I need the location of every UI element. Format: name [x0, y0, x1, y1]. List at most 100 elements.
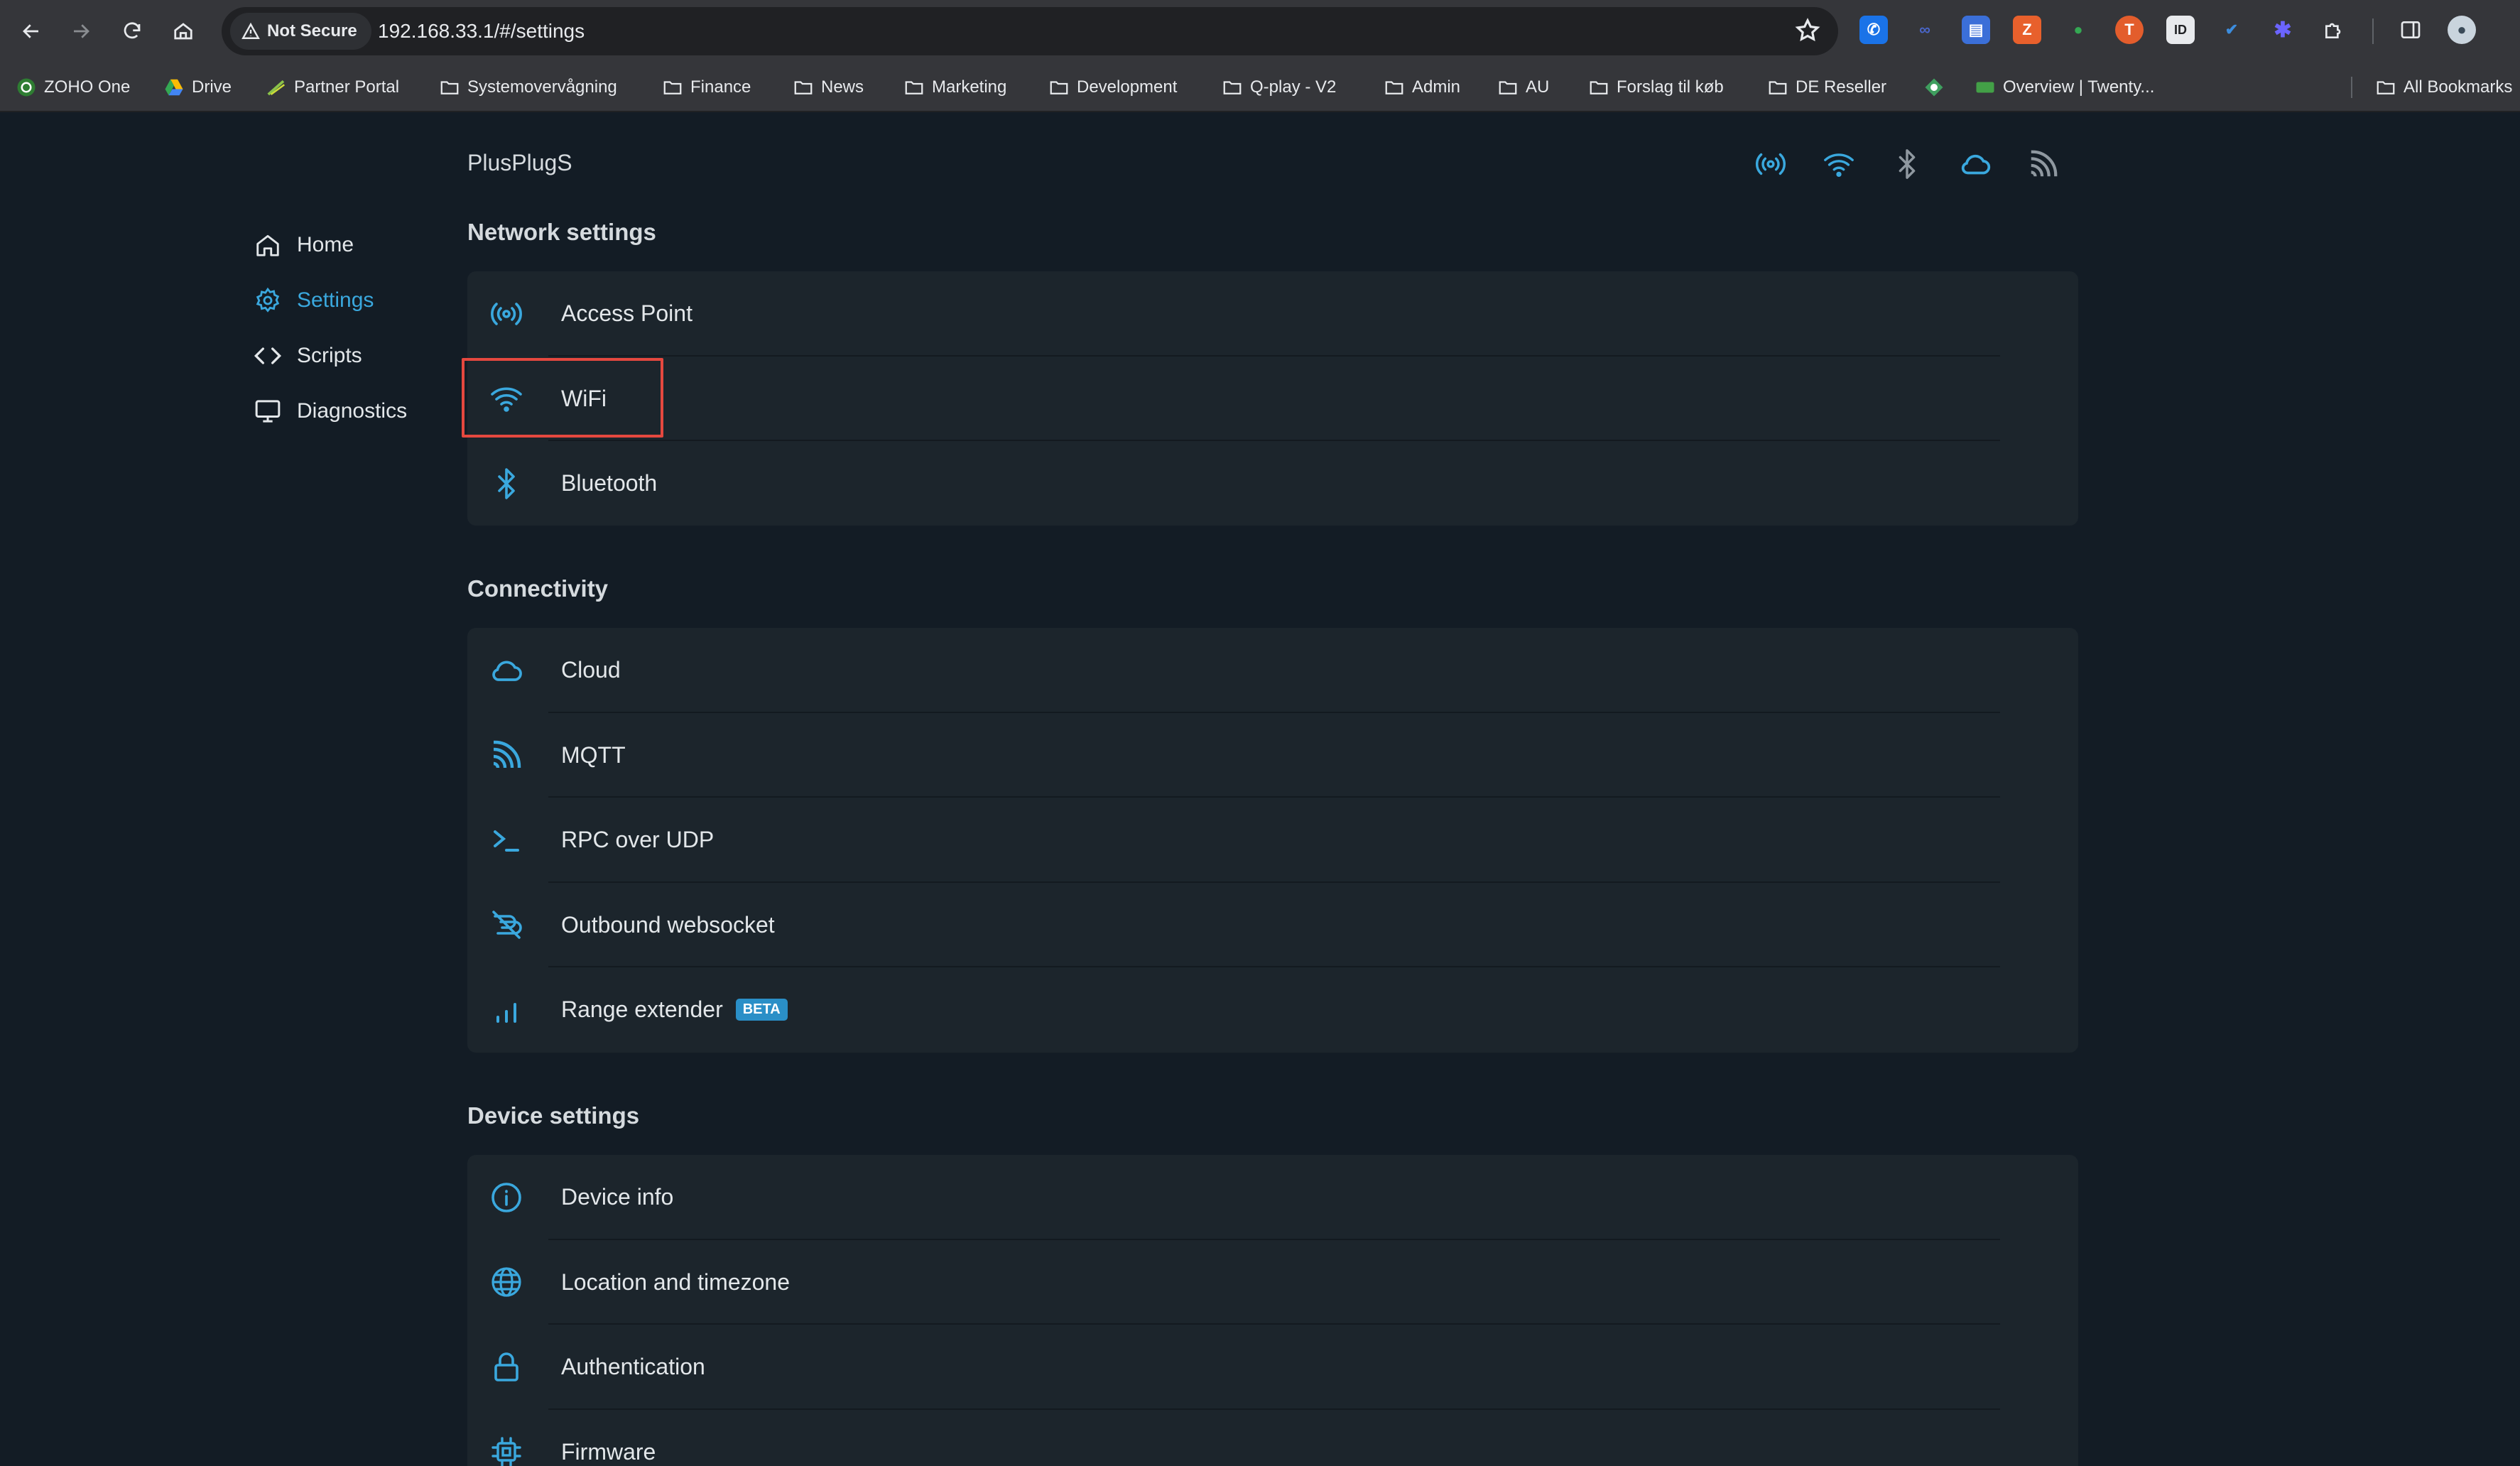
bookmark-item[interactable]: ZOHO One — [16, 75, 130, 99]
nav-diagnostics[interactable]: Diagnostics — [253, 384, 466, 439]
bookmarks-bar: ZOHO One Drive Partner Portal Systemovervåg… — [0, 63, 2520, 112]
profile-avatar-icon[interactable]: ● — [2448, 16, 2476, 44]
bookmark-label: Forslag til køb — [1617, 77, 1724, 97]
android-extension-icon[interactable]: ● — [2064, 16, 2092, 44]
folder-icon — [662, 77, 683, 98]
setting-label: Firmware — [561, 1438, 656, 1465]
bookmark-item[interactable]: Development — [1048, 75, 1177, 99]
setting-label: Access Point — [561, 300, 693, 327]
setting-rpc-over-udp[interactable]: RPC over UDP — [467, 798, 2078, 883]
folder-icon — [1497, 77, 1519, 98]
folder-icon — [903, 77, 925, 98]
bookmark-item[interactable]: Drive — [163, 75, 232, 99]
websocket-icon — [487, 906, 526, 944]
url-text[interactable]: 192.168.33.1/#/settings — [378, 7, 585, 55]
bookmark-label: ZOHO One — [44, 77, 131, 97]
lock-icon — [487, 1348, 526, 1386]
bookmark-item[interactable]: DE Reseller — [1767, 75, 1886, 99]
bookmark-label: Drive — [192, 77, 232, 97]
signal-bars-icon — [487, 991, 526, 1029]
setting-firmware[interactable]: Firmware — [467, 1410, 2078, 1466]
mqtt-status-icon[interactable] — [2026, 146, 2061, 182]
calendar-extension-icon[interactable]: ▤ — [1962, 16, 1990, 44]
setting-authentication[interactable]: Authentication — [467, 1325, 2078, 1410]
side-panel-icon[interactable] — [2396, 16, 2425, 44]
partner-portal-icon — [266, 77, 287, 98]
security-label: Not Secure — [267, 21, 357, 40]
reload-icon[interactable] — [115, 14, 149, 48]
bookmark-item[interactable]: Q-play - V2 — [1222, 75, 1336, 99]
security-chip[interactable]: Not Secure — [230, 13, 371, 50]
snowflake-extension-icon[interactable]: ✱ — [2269, 16, 2297, 44]
bookmark-label: Development — [1077, 77, 1178, 97]
folder-icon — [439, 77, 460, 98]
section-title-connectivity: Connectivity — [467, 575, 609, 602]
folder-icon — [1588, 77, 1609, 98]
puzzle-extension-icon[interactable] — [2320, 16, 2348, 44]
setting-bluetooth[interactable]: Bluetooth — [467, 441, 2078, 526]
cloud-status-icon[interactable] — [1957, 146, 1993, 182]
nav-scripts[interactable]: Scripts — [253, 328, 466, 384]
home-icon — [253, 230, 283, 260]
bookmark-item[interactable]: Admin — [1384, 75, 1460, 99]
nav-settings-label: Settings — [297, 288, 374, 312]
nav-home[interactable]: Home — [253, 217, 466, 273]
warning-icon — [241, 22, 260, 39]
id-extension-icon[interactable]: ID — [2166, 16, 2195, 44]
setting-cloud[interactable]: Cloud — [467, 628, 2078, 713]
all-bookmarks[interactable]: All Bookmarks — [2375, 75, 2512, 99]
device-settings-card: Device info Location and timezone Authen… — [467, 1155, 2078, 1466]
bookmark-item[interactable] — [1923, 75, 1945, 99]
range-extender-label: Range extender — [561, 997, 723, 1023]
check-extension-icon[interactable]: ✔ — [2217, 16, 2246, 44]
wifi-icon — [487, 379, 526, 418]
bookmark-star-icon[interactable] — [1794, 17, 1821, 44]
bookmark-item[interactable]: Finance — [662, 75, 751, 99]
folder-icon — [1048, 77, 1070, 98]
cloud-icon — [487, 651, 526, 690]
bookmark-item[interactable]: AU — [1497, 75, 1549, 99]
bookmark-label: News — [821, 77, 864, 97]
setting-mqtt[interactable]: MQTT — [467, 713, 2078, 798]
folder-icon — [1384, 77, 1405, 98]
code-icon — [253, 341, 283, 371]
t-extension-icon[interactable]: T — [2115, 16, 2144, 44]
folder-icon — [2375, 77, 2396, 98]
bluetooth-icon — [487, 465, 526, 503]
bookmark-item[interactable]: Partner Portal — [266, 75, 399, 99]
back-icon[interactable] — [14, 14, 48, 48]
address-bar[interactable]: Not Secure 192.168.33.1/#/settings — [222, 7, 1838, 55]
home-browser-icon[interactable] — [166, 14, 200, 48]
setting-label: Bluetooth — [561, 470, 658, 496]
bookmark-item[interactable]: Marketing — [903, 75, 1006, 99]
wifi-status-icon[interactable] — [1821, 146, 1857, 182]
info-icon — [487, 1178, 526, 1217]
setting-access-point[interactable]: Access Point — [467, 271, 2078, 357]
access-point-status-icon[interactable] — [1753, 146, 1788, 182]
setting-outbound-websocket[interactable]: Outbound websocket — [467, 883, 2078, 967]
forward-icon[interactable] — [64, 14, 98, 48]
bookmark-label: Admin — [1412, 77, 1461, 97]
phone-extension-icon[interactable]: ✆ — [1859, 16, 1888, 44]
setting-wifi[interactable]: WiFi — [467, 357, 2078, 441]
browser-toolbar: Not Secure 192.168.33.1/#/settings ✆ ∞ ▤… — [0, 0, 2520, 63]
device-name: PlusPlugS — [467, 150, 572, 175]
bookmark-item[interactable]: Forslag til køb — [1588, 75, 1724, 99]
diamond-icon — [1923, 77, 1945, 98]
setting-range-extender[interactable]: Range extender BETA — [467, 967, 2078, 1053]
monitor-icon — [253, 396, 283, 426]
nav-scripts-label: Scripts — [297, 344, 362, 367]
bookmark-label: Partner Portal — [294, 77, 400, 97]
nav-settings[interactable]: Settings — [253, 273, 466, 328]
bookmark-item[interactable]: News — [793, 75, 864, 99]
setting-device-info[interactable]: Device info — [467, 1155, 2078, 1240]
bluetooth-status-icon[interactable] — [1889, 146, 1925, 182]
side-navigation: Home Settings Scripts Diagnostics — [253, 217, 466, 439]
link-extension-icon[interactable]: ∞ — [1911, 16, 1939, 44]
section-title-network: Network settings — [467, 219, 656, 245]
zoho-extension-icon[interactable]: Z — [2013, 16, 2041, 44]
setting-label: MQTT — [561, 742, 626, 768]
bookmark-item[interactable]: Systemovervågning — [439, 75, 617, 99]
bookmark-item[interactable]: Overview | Twenty... — [1975, 75, 2154, 99]
setting-location-timezone[interactable]: Location and timezone — [467, 1240, 2078, 1325]
